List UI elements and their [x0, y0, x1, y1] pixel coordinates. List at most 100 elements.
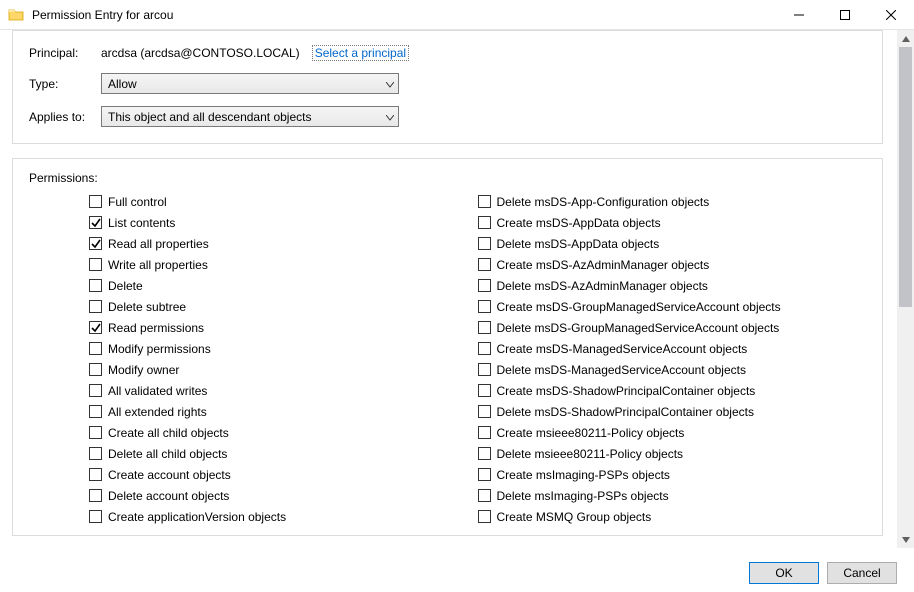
permissions-panel: Permissions: Full controlList contentsRe… [12, 158, 883, 536]
permission-label: All validated writes [108, 384, 207, 398]
permission-label: Modify permissions [108, 342, 211, 356]
permission-label: Delete msDS-ShadowPrincipalContainer obj… [497, 405, 754, 419]
permission-item: Delete msImaging-PSPs objects [478, 485, 867, 506]
permission-item: Create msDS-AzAdminManager objects [478, 254, 867, 275]
permission-checkbox[interactable] [478, 426, 491, 439]
permission-item: All validated writes [89, 380, 478, 401]
permission-item: Modify permissions [89, 338, 478, 359]
permission-checkbox[interactable] [89, 300, 102, 313]
permission-label: Delete msDS-ManagedServiceAccount object… [497, 363, 746, 377]
permission-checkbox[interactable] [89, 468, 102, 481]
permission-checkbox[interactable] [89, 195, 102, 208]
permission-checkbox[interactable] [89, 279, 102, 292]
permission-checkbox[interactable] [478, 195, 491, 208]
permission-checkbox[interactable] [478, 510, 491, 523]
permission-checkbox[interactable] [89, 216, 102, 229]
permission-checkbox[interactable] [89, 447, 102, 460]
permission-checkbox[interactable] [89, 510, 102, 523]
permission-label: Full control [108, 195, 167, 209]
permission-item: Delete [89, 275, 478, 296]
vertical-scrollbar[interactable] [897, 30, 914, 548]
permission-checkbox[interactable] [478, 405, 491, 418]
permission-checkbox[interactable] [478, 489, 491, 502]
permission-checkbox[interactable] [89, 426, 102, 439]
permission-checkbox[interactable] [478, 237, 491, 250]
permission-label: Delete [108, 279, 143, 293]
permission-checkbox[interactable] [89, 384, 102, 397]
permission-label: Write all properties [108, 258, 208, 272]
close-button[interactable] [868, 0, 914, 30]
permission-checkbox[interactable] [478, 216, 491, 229]
cancel-button[interactable]: Cancel [827, 562, 897, 584]
permission-item: Write all properties [89, 254, 478, 275]
permission-checkbox[interactable] [478, 363, 491, 376]
permission-label: Delete all child objects [108, 447, 227, 461]
permission-checkbox[interactable] [89, 405, 102, 418]
scroll-down-icon[interactable] [897, 531, 914, 548]
scrollbar-thumb[interactable] [899, 47, 912, 307]
permission-label: Create account objects [108, 468, 231, 482]
type-select-value: Allow [108, 77, 137, 91]
scrollbar-track[interactable] [897, 47, 914, 531]
principal-value: arcdsa (arcdsa@CONTOSO.LOCAL) [101, 46, 300, 60]
permission-item: Delete account objects [89, 485, 478, 506]
permission-item: Create account objects [89, 464, 478, 485]
permission-item: Delete msDS-ManagedServiceAccount object… [478, 359, 867, 380]
permission-item: Delete subtree [89, 296, 478, 317]
permission-item: Create msieee80211-Policy objects [478, 422, 867, 443]
permissions-column-right: Delete msDS-App-Configuration objectsCre… [478, 191, 867, 527]
applies-select[interactable]: This object and all descendant objects [101, 106, 399, 127]
type-label: Type: [29, 77, 101, 91]
permission-checkbox[interactable] [478, 258, 491, 271]
permission-label: Create msDS-AppData objects [497, 216, 661, 230]
cancel-button-label: Cancel [843, 566, 880, 580]
type-select[interactable]: Allow [101, 73, 399, 94]
permission-item: Create MSMQ Group objects [478, 506, 867, 527]
permission-item: Create msDS-AppData objects [478, 212, 867, 233]
permission-label: Delete account objects [108, 489, 229, 503]
applies-select-value: This object and all descendant objects [108, 110, 311, 124]
permission-checkbox[interactable] [89, 237, 102, 250]
permission-checkbox[interactable] [89, 342, 102, 355]
permission-checkbox[interactable] [478, 342, 491, 355]
permission-label: Read permissions [108, 321, 204, 335]
button-bar: OK Cancel [749, 562, 897, 584]
ok-button[interactable]: OK [749, 562, 819, 584]
permission-checkbox[interactable] [478, 384, 491, 397]
permission-label: Delete subtree [108, 300, 186, 314]
chevron-down-icon [386, 110, 394, 124]
permission-label: Create all child objects [108, 426, 229, 440]
applies-label: Applies to: [29, 110, 101, 124]
permission-label: Create msieee80211-Policy objects [497, 426, 685, 440]
permission-checkbox[interactable] [478, 279, 491, 292]
maximize-button[interactable] [822, 0, 868, 30]
scroll-up-icon[interactable] [897, 30, 914, 47]
select-principal-link[interactable]: Select a principal [312, 45, 409, 61]
permission-checkbox[interactable] [89, 321, 102, 334]
permission-item: Create all child objects [89, 422, 478, 443]
permission-item: Create msDS-ManagedServiceAccount object… [478, 338, 867, 359]
permission-checkbox[interactable] [89, 258, 102, 271]
principal-row: Principal: arcdsa (arcdsa@CONTOSO.LOCAL)… [29, 45, 866, 61]
permission-label: Delete msDS-AzAdminManager objects [497, 279, 708, 293]
principal-panel: Principal: arcdsa (arcdsa@CONTOSO.LOCAL)… [12, 30, 883, 144]
permission-item: Delete msDS-GroupManagedServiceAccount o… [478, 317, 867, 338]
permissions-heading: Permissions: [29, 171, 866, 185]
permission-checkbox[interactable] [478, 300, 491, 313]
permission-item: All extended rights [89, 401, 478, 422]
principal-label: Principal: [29, 46, 101, 60]
folder-icon [8, 7, 24, 23]
permission-item: Modify owner [89, 359, 478, 380]
permission-label: Read all properties [108, 237, 209, 251]
permission-checkbox[interactable] [478, 321, 491, 334]
minimize-button[interactable] [776, 0, 822, 30]
permission-label: Create MSMQ Group objects [497, 510, 652, 524]
permission-label: Create msDS-ShadowPrincipalContainer obj… [497, 384, 756, 398]
permission-item: Delete all child objects [89, 443, 478, 464]
permission-item: Create msDS-ShadowPrincipalContainer obj… [478, 380, 867, 401]
permission-checkbox[interactable] [89, 489, 102, 502]
permission-checkbox[interactable] [478, 447, 491, 460]
permission-checkbox[interactable] [478, 468, 491, 481]
window-title: Permission Entry for arcou [32, 8, 173, 22]
permission-checkbox[interactable] [89, 363, 102, 376]
